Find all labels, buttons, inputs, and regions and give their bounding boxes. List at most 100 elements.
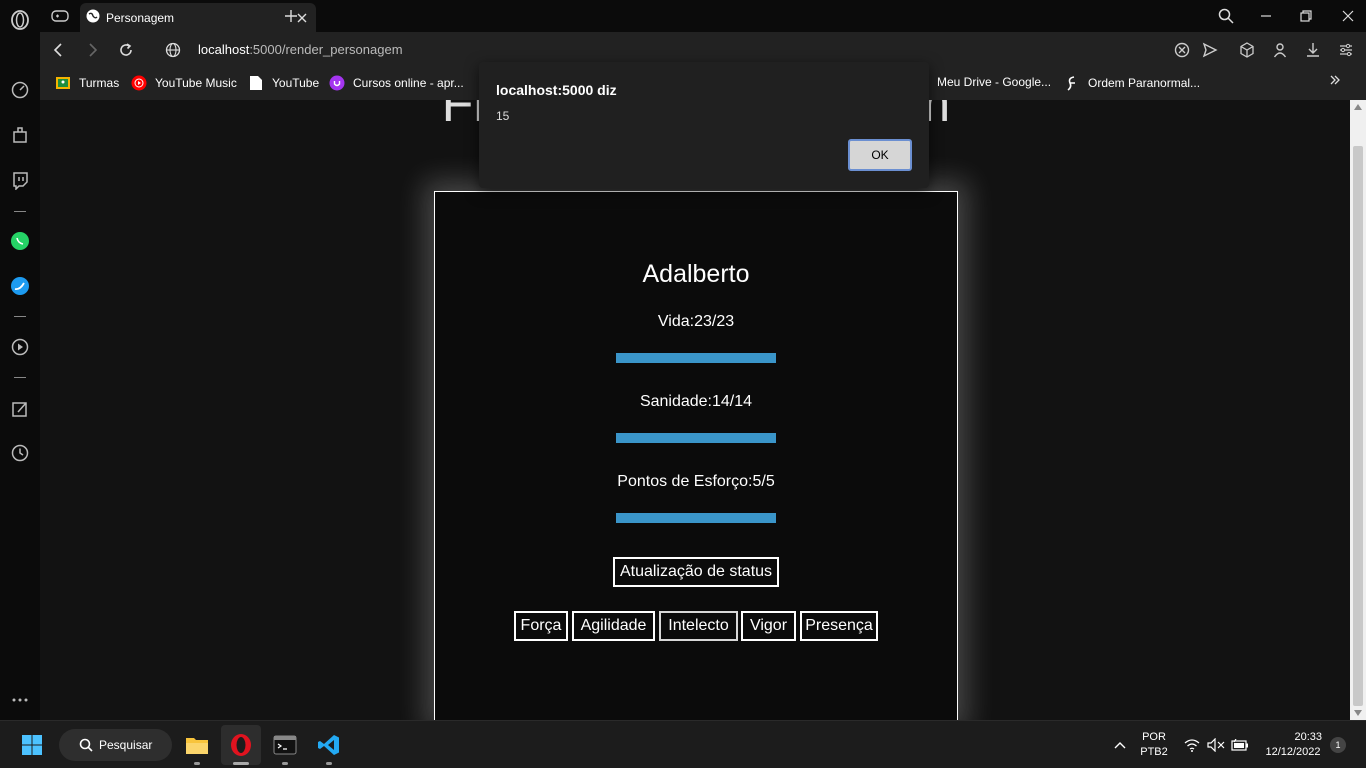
agilidade-button[interactable]: Agilidade xyxy=(572,611,655,641)
bookmark-meu-drive[interactable]: Meu Drive - Google... xyxy=(937,75,1051,89)
opera-logo-icon[interactable] xyxy=(8,8,32,32)
stat-bar-sanidade xyxy=(616,433,776,443)
wifi-icon[interactable] xyxy=(1182,735,1202,755)
more-bookmarks-icon[interactable] xyxy=(1329,74,1341,86)
sidebar-divider xyxy=(14,377,26,378)
url-host: localhost xyxy=(198,42,250,57)
sidebar-divider xyxy=(14,211,26,212)
reload-icon[interactable] xyxy=(114,38,138,62)
tab-title: Personagem xyxy=(106,10,175,25)
stat-bar-fill xyxy=(616,513,776,523)
clock-date: 12/12/2022 xyxy=(1265,746,1321,758)
whatsapp-icon[interactable] xyxy=(8,229,32,253)
forward-icon[interactable] xyxy=(80,38,104,62)
forca-button[interactable]: Força xyxy=(514,611,568,641)
bookmark-label: YouTube xyxy=(272,76,320,90)
start-windows-icon[interactable] xyxy=(12,725,52,765)
stat-bar-pontos-esforco xyxy=(616,513,776,523)
close-window-icon[interactable] xyxy=(1336,4,1360,28)
keyboard-layout: PTB2 xyxy=(1140,746,1168,758)
profile-icon[interactable] xyxy=(1268,38,1292,62)
url-field[interactable]: localhost:5000/render_personagem xyxy=(198,42,403,57)
presenca-button[interactable]: Presença xyxy=(800,611,878,641)
more-icon[interactable] xyxy=(8,688,32,712)
new-tab-icon[interactable] xyxy=(279,4,303,28)
youtube-music-icon xyxy=(131,75,147,91)
taskbar-search[interactable]: Pesquisar xyxy=(59,729,172,761)
document-icon xyxy=(248,75,264,91)
bookmark-youtube[interactable]: YouTube xyxy=(248,75,319,91)
minimize-icon[interactable] xyxy=(1254,4,1278,28)
search-tabs-icon[interactable] xyxy=(1214,4,1238,28)
bookmark-youtube-music[interactable]: YouTube Music xyxy=(131,75,237,91)
url-path: :5000/render_personagem xyxy=(249,42,403,57)
classroom-icon xyxy=(55,75,71,91)
stat-bar-vida xyxy=(616,353,776,363)
character-card: Adalberto Vida:23/23 Sanidade:14/14 Pont… xyxy=(434,191,958,720)
opera-taskbar-icon[interactable] xyxy=(221,725,261,765)
chevron-up-icon[interactable] xyxy=(1110,735,1130,755)
easy-setup-icon[interactable] xyxy=(1334,38,1358,62)
page-scrollbar[interactable] xyxy=(1350,100,1366,720)
bookmark-turmas[interactable]: Turmas xyxy=(55,75,119,91)
language-code: POR xyxy=(1142,731,1166,743)
cube-icon[interactable] xyxy=(1235,38,1259,62)
taskbar: Pesquisar POR PTB2 20:33 12/12/2022 1 xyxy=(0,720,1366,768)
workspace-icon[interactable] xyxy=(48,4,72,28)
send-icon[interactable] xyxy=(1198,38,1222,62)
twitch-icon[interactable] xyxy=(8,168,32,192)
player-icon[interactable] xyxy=(8,335,32,359)
site-info-globe-icon[interactable] xyxy=(161,38,185,62)
scroll-down-arrow-icon[interactable] xyxy=(1354,710,1362,716)
stat-label-sanidade: Sanidade:14/14 xyxy=(639,393,753,410)
notification-badge[interactable]: 1 xyxy=(1330,737,1346,753)
tab-strip: Personagem xyxy=(40,0,1366,32)
bookmark-label: YouTube Music xyxy=(155,76,237,90)
download-icon[interactable] xyxy=(1301,38,1325,62)
opera-sidebar xyxy=(0,0,40,720)
page-viewport: Ficha de Personagem Adalberto Vida:23/23… xyxy=(40,100,1350,720)
history-icon[interactable] xyxy=(8,441,32,465)
dialog-message: 15 xyxy=(496,109,510,123)
pinboard-icon[interactable] xyxy=(8,397,32,421)
bookmark-ordem-paranormal[interactable]: Ordem Paranormal... xyxy=(1064,75,1200,91)
update-status-button[interactable]: Atualização de status xyxy=(613,557,779,587)
bookmark-cursos-online[interactable]: Cursos online - apr... xyxy=(329,75,464,91)
file-explorer-icon[interactable] xyxy=(177,725,217,765)
sidebar-divider xyxy=(14,316,26,317)
scroll-thumb[interactable] xyxy=(1353,146,1363,706)
running-indicator xyxy=(194,762,200,765)
running-indicator xyxy=(233,762,249,765)
restore-icon[interactable] xyxy=(1294,4,1318,28)
back-icon[interactable] xyxy=(47,38,71,62)
speed-dial-icon[interactable] xyxy=(8,78,32,102)
language-indicator[interactable]: POR PTB2 xyxy=(1138,730,1170,760)
dialog-ok-button[interactable]: OK xyxy=(848,139,912,171)
udemy-icon xyxy=(329,75,345,91)
dialog-title: localhost:5000 diz xyxy=(496,82,617,98)
twitter-icon[interactable] xyxy=(8,274,32,298)
stat-label-pontos-esforco: Pontos de Esforço:5/5 xyxy=(617,473,775,490)
intelecto-button[interactable]: Intelecto xyxy=(659,611,738,641)
ordem-icon xyxy=(1064,75,1080,91)
running-indicator xyxy=(326,762,332,765)
running-indicator xyxy=(282,762,288,765)
bookmark-label: Meu Drive - Google... xyxy=(937,75,1052,89)
search-label: Pesquisar xyxy=(99,738,153,752)
terminal-icon[interactable] xyxy=(265,725,305,765)
vigor-button[interactable]: Vigor xyxy=(741,611,796,641)
alert-dialog: localhost:5000 diz 15 OK xyxy=(479,62,929,188)
stat-bar-fill xyxy=(616,353,776,363)
character-name: Adalberto xyxy=(642,260,750,288)
vscode-icon[interactable] xyxy=(309,725,349,765)
search-icon xyxy=(79,738,93,752)
clock-time: 20:33 xyxy=(1294,731,1322,743)
clock[interactable]: 20:33 12/12/2022 xyxy=(1258,730,1328,760)
volume-muted-icon[interactable] xyxy=(1206,735,1226,755)
adblock-icon[interactable] xyxy=(1170,38,1194,62)
stat-label-vida: Vida:23/23 xyxy=(657,313,735,330)
battery-icon[interactable] xyxy=(1230,735,1250,755)
scroll-up-arrow-icon[interactable] xyxy=(1354,104,1362,110)
extensions-icon[interactable] xyxy=(8,123,32,147)
bookmark-label: Turmas xyxy=(79,76,120,90)
